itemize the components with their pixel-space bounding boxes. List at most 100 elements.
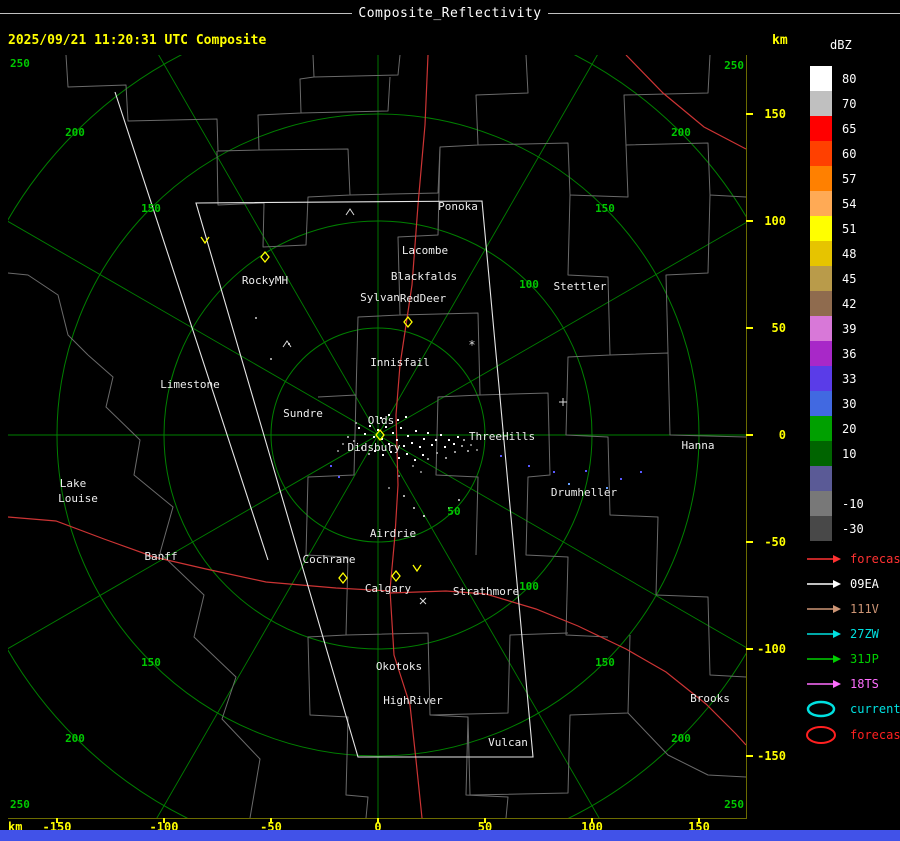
city-label: RockyMH	[242, 274, 288, 287]
colorbar-label: 30	[842, 396, 857, 411]
legend-label: 18TS	[850, 676, 879, 691]
range-label: 150	[141, 656, 161, 669]
right-axis-line	[746, 55, 747, 818]
storm-track-arrow-icon	[807, 579, 841, 588]
color-swatch	[810, 166, 832, 191]
city-label: Stettler	[554, 280, 607, 293]
legend-row: 09EA	[806, 571, 900, 596]
color-swatch	[810, 291, 832, 316]
colorbar-row: 39	[810, 316, 864, 341]
storm-track-arrow-icon	[807, 604, 841, 613]
city-label: Cochrane	[303, 553, 356, 566]
storm-track-arrow-icon	[807, 679, 841, 688]
colorbar-unit-label: dBZ	[830, 38, 852, 52]
radar-application-window: Composite_Reflectivity 2025/09/21 11:20:…	[0, 0, 900, 841]
color-swatch	[810, 441, 832, 466]
window-title: Composite_Reflectivity	[358, 6, 542, 21]
colorbar-row	[810, 466, 864, 491]
y-axis-label: 0	[778, 428, 786, 442]
color-swatch	[810, 491, 832, 516]
city-label: Sundre	[283, 407, 323, 420]
y-axis-label: -150	[757, 749, 786, 763]
plus-marker-icon	[559, 398, 567, 406]
range-label: 200	[671, 126, 691, 139]
legend-label: 09EA	[850, 576, 879, 591]
colorbar-label: 65	[842, 121, 857, 136]
colorbar-row: 57	[810, 166, 864, 191]
forecast-arrow-icon	[807, 554, 841, 563]
legend-label: 27ZW	[850, 626, 879, 641]
site-diamond-icon	[338, 571, 348, 585]
legend-label: forecast	[850, 728, 900, 742]
horizontal-scrollbar[interactable]	[0, 830, 900, 841]
colorbar-label: 48	[842, 246, 857, 261]
legend-row: forecast	[806, 722, 900, 748]
range-label: 100	[519, 278, 539, 291]
legend-label: 31JP	[850, 651, 879, 666]
storm-track-legend: forecast 09EA 111V 27ZW 31JP 18TS curren…	[806, 546, 900, 748]
range-label: 150	[595, 656, 615, 669]
colorbar-row: 65	[810, 116, 864, 141]
colorbar-label: 20	[842, 421, 857, 436]
colorbar-row: -10	[810, 491, 864, 516]
color-swatch	[810, 266, 832, 291]
range-label: 150	[595, 202, 615, 215]
colorbar-row: 60	[810, 141, 864, 166]
color-swatch	[810, 391, 832, 416]
color-swatch	[810, 66, 832, 91]
city-label: Banff	[144, 550, 177, 563]
colorbar-row: -30	[810, 516, 864, 541]
colorbar-row: 33	[810, 366, 864, 391]
colorbar-label: 70	[842, 96, 857, 111]
colorbar-label: 60	[842, 146, 857, 161]
storm-track-arrow-icon	[807, 629, 841, 638]
colorbar-row: 45	[810, 266, 864, 291]
range-label: 250	[10, 57, 30, 70]
legend-row: 27ZW	[806, 621, 900, 646]
range-label: 50	[447, 505, 460, 518]
city-label: Olds	[368, 414, 395, 427]
legend-row: 18TS	[806, 671, 900, 696]
range-label: 200	[65, 732, 85, 745]
city-label: Ponoka	[438, 200, 478, 213]
site-diamond-icon	[391, 569, 401, 583]
city-label: Didsbury	[348, 441, 401, 454]
legend-label: current	[850, 702, 900, 716]
colorbar-label: -10	[842, 496, 864, 511]
colorbar-row: 51	[810, 216, 864, 241]
city-label: Strathmore	[453, 585, 519, 598]
city-label: Calgary	[365, 582, 412, 595]
city-label: Blackfalds	[391, 270, 457, 283]
radar-map-canvas[interactable]: 250 200 150 250 200 150 100 50 100 150 2…	[8, 55, 746, 818]
colorbar-label: 54	[842, 196, 857, 211]
city-label: Lake	[60, 477, 87, 490]
colorbar-label: 57	[842, 171, 857, 186]
chevron-marker-icon	[412, 564, 422, 573]
city-label: Innisfail	[370, 356, 430, 369]
city-label: Limestone	[160, 378, 220, 391]
storm-track-arrow-icon	[807, 654, 841, 663]
range-label: 250	[724, 59, 744, 72]
colorbar-label: 39	[842, 321, 857, 336]
radar-coverage-outline	[114, 91, 534, 758]
city-label: Lacombe	[402, 244, 448, 257]
color-swatch	[810, 116, 832, 141]
y-axis-label: 50	[771, 321, 786, 335]
color-swatch	[810, 241, 832, 266]
range-label: 250	[10, 798, 30, 811]
colorbar-row: 30	[810, 391, 864, 416]
colorbar-row: 42	[810, 291, 864, 316]
color-swatch	[810, 466, 832, 491]
colorbar-row: 48	[810, 241, 864, 266]
reflectivity-colorbar: 80 70 65 60 57 54 51 48 45 42 39 36 33 3…	[810, 66, 864, 541]
colorbar-label: 42	[842, 296, 857, 311]
legend-label: 111V	[850, 601, 879, 616]
colorbar-label: 80	[842, 71, 857, 86]
range-label: 100	[519, 580, 539, 593]
legend-row: 31JP	[806, 646, 900, 671]
city-label: Brooks	[690, 692, 730, 705]
caret-marker-icon	[345, 208, 355, 216]
y-axis-label: -50	[764, 535, 786, 549]
color-swatch	[810, 141, 832, 166]
legend-label: forecast	[850, 551, 900, 566]
